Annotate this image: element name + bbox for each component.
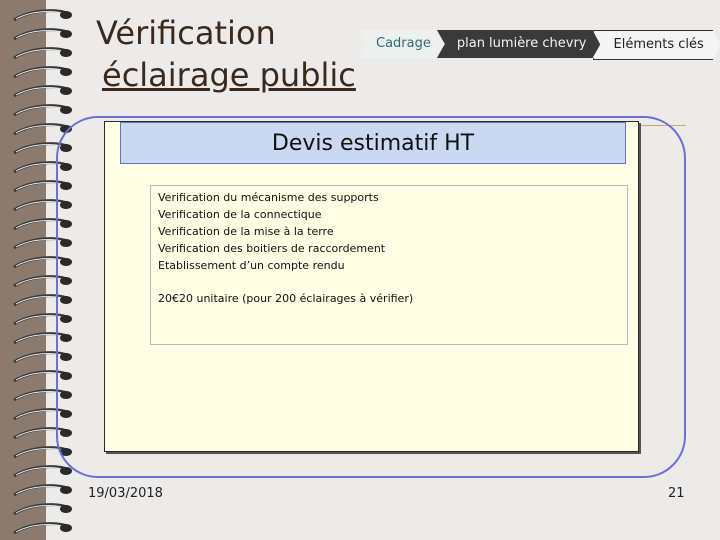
title-line-2: éclairage public xyxy=(102,56,356,94)
binding-hole xyxy=(60,87,72,95)
quote-details-box: Verification du mécanisme des supports V… xyxy=(150,185,628,345)
list-item: Verification de la connectique xyxy=(158,208,322,221)
list-item: Verification du mécanisme des supports xyxy=(158,191,379,204)
binding-hole xyxy=(60,11,72,19)
list-item: Verification de la mise à la terre xyxy=(158,225,334,238)
price-note: 20€20 unitaire (pour 200 éclairages à vé… xyxy=(158,292,414,305)
breadcrumb-item-elements-cles[interactable]: Eléments clés xyxy=(593,30,720,60)
binding-hole xyxy=(60,505,72,513)
binding-hole xyxy=(60,68,72,76)
section-header: Devis estimatif HT xyxy=(120,122,626,164)
list-item: Verification des boitiers de raccordemen… xyxy=(158,242,386,255)
slide-title: Vérification éclairage public xyxy=(96,12,356,96)
binding-hole xyxy=(60,49,72,57)
title-line-1: Vérification xyxy=(96,14,276,52)
section-title: Devis estimatif HT xyxy=(271,130,475,156)
binding-hole xyxy=(60,106,72,114)
breadcrumb-item-cadrage[interactable]: Cadrage xyxy=(358,30,445,58)
breadcrumb: Cadrage plan lumière chevry Eléments clé… xyxy=(358,30,720,58)
breadcrumb-item-plan-lumiere[interactable]: plan lumière chevry xyxy=(437,30,601,58)
binding-hole xyxy=(60,524,72,532)
binding-hole xyxy=(60,486,72,494)
slide-number: 21 xyxy=(668,486,685,501)
binding-hole xyxy=(60,30,72,38)
slide-date: 19/03/2018 xyxy=(88,486,163,501)
list-item: Etablissement d’un compte rendu xyxy=(158,259,345,272)
